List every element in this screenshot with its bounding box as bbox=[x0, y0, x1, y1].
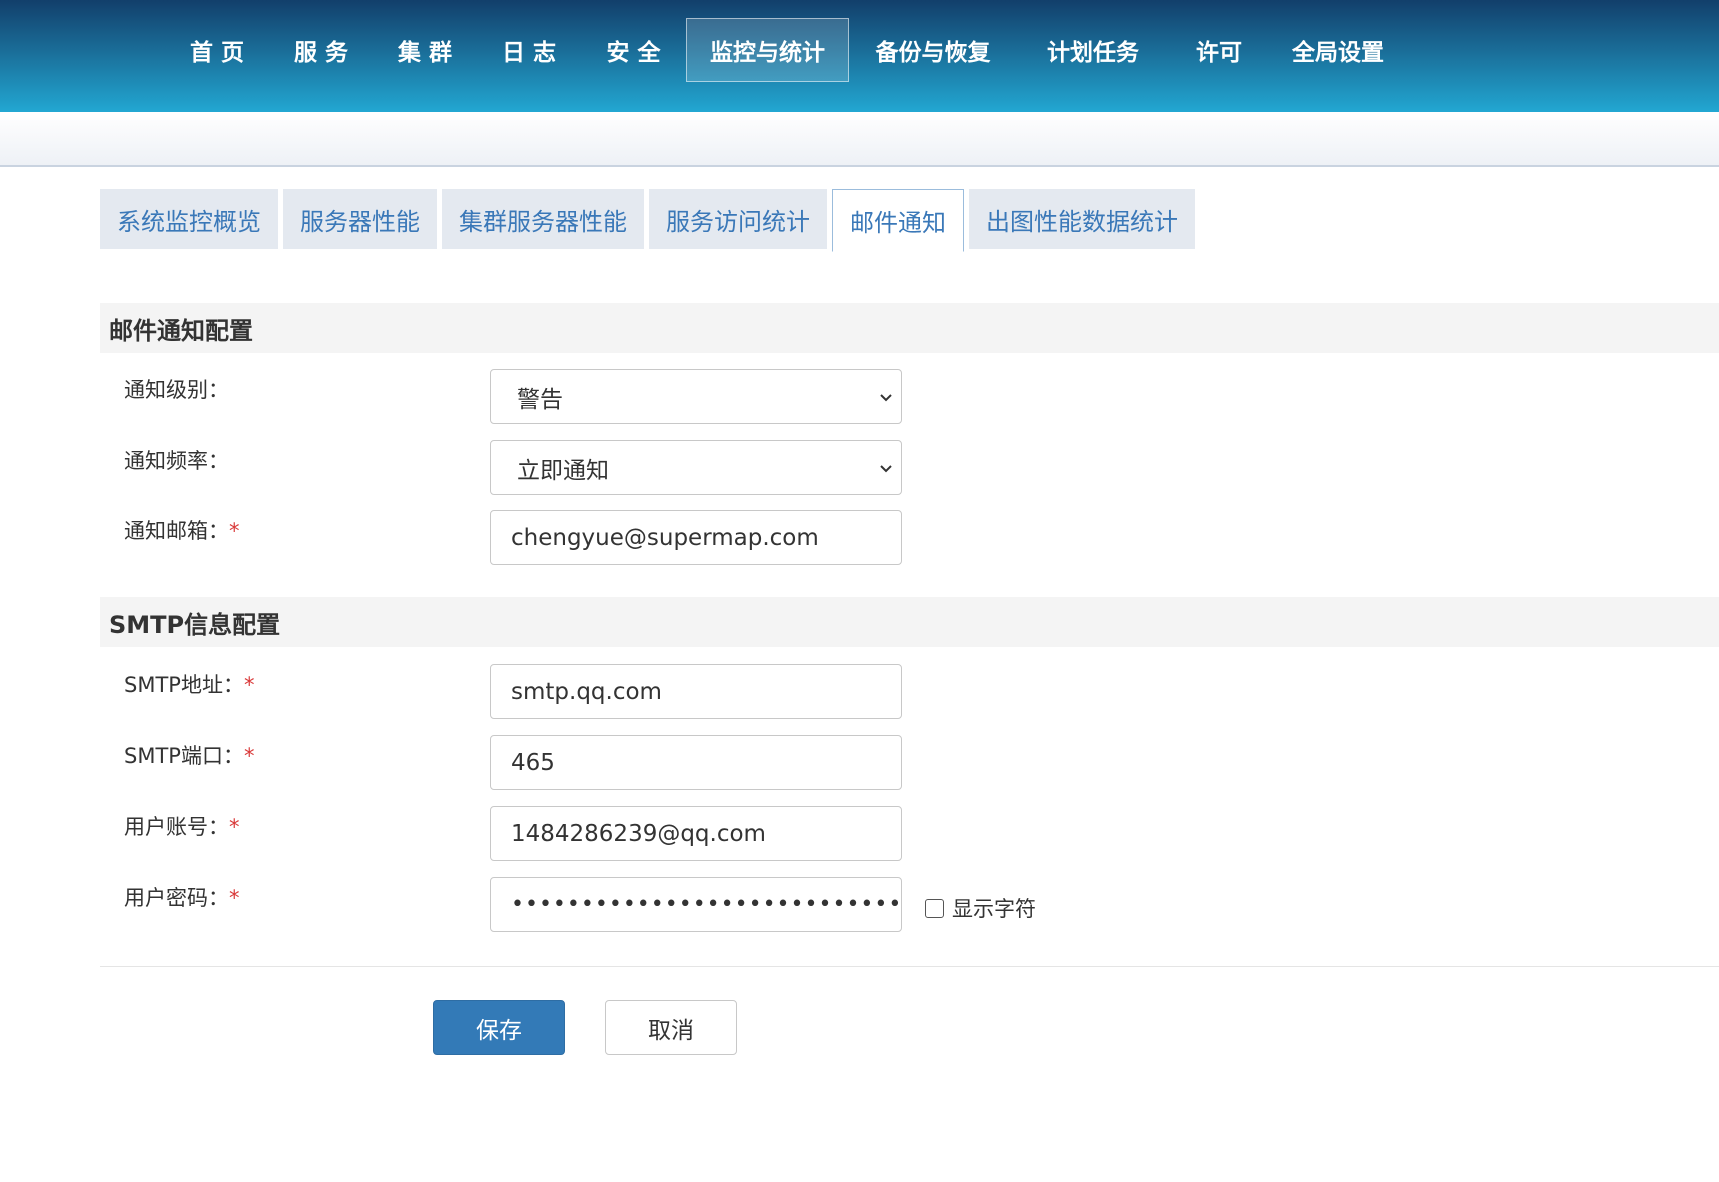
tab-cluster-server-performance[interactable]: 集群服务器性能 bbox=[442, 189, 644, 249]
label-text: 通知级别： bbox=[124, 378, 229, 402]
select-value: 警告 bbox=[517, 386, 563, 413]
label-notify-frequency: 通知频率： bbox=[124, 445, 229, 475]
nav-item-cluster[interactable]: 集 群 bbox=[373, 18, 477, 82]
notify-frequency-select[interactable]: 立即通知 bbox=[490, 440, 902, 495]
label-user-account: 用户账号：* bbox=[124, 811, 240, 841]
required-marker: * bbox=[243, 673, 255, 697]
top-navigation-bar: 首 页 服 务 集 群 日 志 安 全 监控与统计 备份与恢复 计划任务 许可 … bbox=[0, 0, 1719, 112]
required-marker: * bbox=[229, 886, 240, 910]
user-password-input[interactable]: •••••••••••••••••••••••••••• bbox=[490, 877, 902, 932]
label-user-password: 用户密码：* bbox=[124, 882, 240, 912]
label-text: 通知频率： bbox=[124, 449, 229, 473]
divider bbox=[100, 966, 1719, 967]
cancel-button[interactable]: 取消 bbox=[605, 1000, 737, 1055]
tab-mail-notification[interactable]: 邮件通知 bbox=[832, 189, 964, 252]
smtp-port-input[interactable]: 465 bbox=[490, 735, 902, 790]
show-characters-checkbox[interactable] bbox=[925, 898, 944, 918]
tab-server-performance[interactable]: 服务器性能 bbox=[283, 189, 437, 249]
sub-toolbar bbox=[0, 112, 1719, 167]
tab-system-overview[interactable]: 系统监控概览 bbox=[100, 189, 278, 249]
nav-item-scheduled-tasks[interactable]: 计划任务 bbox=[1017, 18, 1169, 82]
label-text: SMTP地址： bbox=[124, 673, 244, 697]
nav-item-logs[interactable]: 日 志 bbox=[477, 18, 581, 82]
tab-map-performance-stats[interactable]: 出图性能数据统计 bbox=[969, 189, 1195, 249]
chevron-down-icon bbox=[880, 464, 892, 472]
nav-item-security[interactable]: 安 全 bbox=[581, 18, 686, 82]
required-marker: * bbox=[243, 744, 255, 768]
main-nav: 首 页 服 务 集 群 日 志 安 全 监控与统计 备份与恢复 计划任务 许可 … bbox=[165, 18, 1407, 82]
nav-item-backup[interactable]: 备份与恢复 bbox=[849, 18, 1017, 82]
nav-item-home[interactable]: 首 页 bbox=[165, 18, 269, 82]
section-title-smtp: SMTP信息配置 bbox=[100, 597, 1719, 647]
show-characters-label: 显示字符 bbox=[952, 897, 1036, 921]
label-notify-level: 通知级别： bbox=[124, 374, 229, 404]
notify-email-input[interactable]: chengyue@supermap.com bbox=[490, 510, 902, 565]
label-smtp-port: SMTP端口：* bbox=[124, 740, 254, 770]
select-value: 立即通知 bbox=[517, 457, 609, 484]
nav-item-monitoring[interactable]: 监控与统计 bbox=[686, 18, 849, 82]
required-marker: * bbox=[229, 815, 240, 839]
nav-item-global-settings[interactable]: 全局设置 bbox=[1269, 18, 1407, 82]
chevron-down-icon bbox=[880, 393, 892, 401]
label-smtp-address: SMTP地址：* bbox=[124, 669, 254, 699]
show-characters-toggle[interactable]: 显示字符 bbox=[925, 893, 1036, 923]
label-notify-email: 通知邮箱：* bbox=[124, 515, 240, 545]
monitoring-tabs: 系统监控概览 服务器性能 集群服务器性能 服务访问统计 邮件通知 出图性能数据统… bbox=[100, 189, 1200, 252]
label-text: 用户账号： bbox=[124, 815, 229, 839]
user-account-input[interactable]: 1484286239@qq.com bbox=[490, 806, 902, 861]
section-title-mail: 邮件通知配置 bbox=[100, 303, 1719, 353]
required-marker: * bbox=[229, 519, 240, 543]
notify-level-select[interactable]: 警告 bbox=[490, 369, 902, 424]
label-text: 通知邮箱： bbox=[124, 519, 229, 543]
nav-item-services[interactable]: 服 务 bbox=[269, 18, 373, 82]
tab-service-access-stats[interactable]: 服务访问统计 bbox=[649, 189, 827, 249]
nav-item-license[interactable]: 许可 bbox=[1169, 18, 1269, 82]
save-button[interactable]: 保存 bbox=[433, 1000, 565, 1055]
label-text: 用户密码： bbox=[124, 886, 229, 910]
label-text: SMTP端口： bbox=[124, 744, 244, 768]
smtp-address-input[interactable]: smtp.qq.com bbox=[490, 664, 902, 719]
